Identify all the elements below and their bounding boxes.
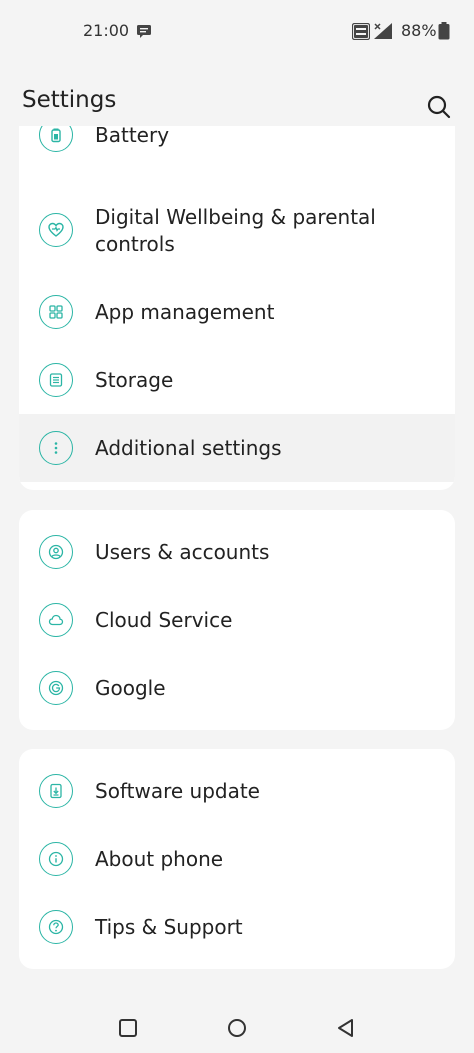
user-icon — [39, 535, 73, 569]
battery-icon — [438, 22, 450, 40]
settings-item-label: Storage — [95, 368, 174, 392]
settings-item-label: Digital Wellbeing & parental — [95, 205, 376, 229]
battery-icon — [39, 126, 73, 152]
settings-item-app-management[interactable]: App management — [19, 278, 455, 346]
info-icon — [39, 842, 73, 876]
settings-item-cloud-service[interactable]: Cloud Service — [19, 586, 455, 654]
settings-item-about-phone[interactable]: About phone — [19, 825, 455, 893]
settings-item-label: About phone — [95, 847, 224, 871]
storage-icon — [39, 363, 73, 397]
settings-item-google[interactable]: Google — [19, 654, 455, 722]
grid-icon — [39, 295, 73, 329]
help-icon — [39, 910, 73, 944]
heart-icon — [39, 213, 73, 247]
settings-item-label: App management — [95, 300, 275, 324]
settings-group-2: Users & accounts Cloud Service Google — [19, 510, 455, 730]
settings-item-battery[interactable]: Battery — [19, 126, 455, 180]
settings-item-additional-settings[interactable]: Additional settings — [19, 414, 455, 482]
settings-item-label: Battery — [95, 126, 170, 147]
page-title: Settings — [22, 87, 117, 113]
settings-group-1: Battery Digital Wellbeing & parental con… — [19, 126, 455, 490]
cloud-icon — [39, 603, 73, 637]
settings-item-label-line2: controls — [95, 232, 175, 256]
settings-item-software-update[interactable]: Software update — [19, 757, 455, 825]
settings-item-label: Users & accounts — [95, 540, 270, 564]
recents-icon[interactable] — [116, 1016, 140, 1040]
settings-item-label: Tips & Support — [95, 915, 243, 939]
settings-item-digital-wellbeing[interactable]: Digital Wellbeing & parental controls — [19, 198, 455, 268]
status-bar: 21:00 88% — [0, 0, 474, 64]
search-icon[interactable] — [426, 94, 452, 120]
download-icon — [39, 774, 73, 808]
settings-item-label: Software update — [95, 779, 260, 803]
settings-item-label: Additional settings — [95, 436, 282, 460]
signal-icon — [374, 23, 392, 39]
more-vertical-icon — [39, 431, 73, 465]
settings-item-storage[interactable]: Storage — [19, 346, 455, 414]
back-icon[interactable] — [334, 1016, 358, 1040]
settings-item-users-accounts[interactable]: Users & accounts — [19, 518, 455, 586]
battery-percentage: 88% — [401, 21, 437, 40]
google-icon — [39, 671, 73, 705]
message-notification-icon — [137, 25, 151, 38]
status-time: 21:00 — [83, 21, 130, 40]
settings-group-3: Software update About phone Tips & Suppo… — [19, 749, 455, 969]
settings-item-tips-support[interactable]: Tips & Support — [19, 893, 455, 961]
settings-item-label: Google — [95, 676, 166, 700]
volte-icon — [352, 23, 370, 40]
settings-item-label: Cloud Service — [95, 608, 233, 632]
home-icon[interactable] — [225, 1016, 249, 1040]
